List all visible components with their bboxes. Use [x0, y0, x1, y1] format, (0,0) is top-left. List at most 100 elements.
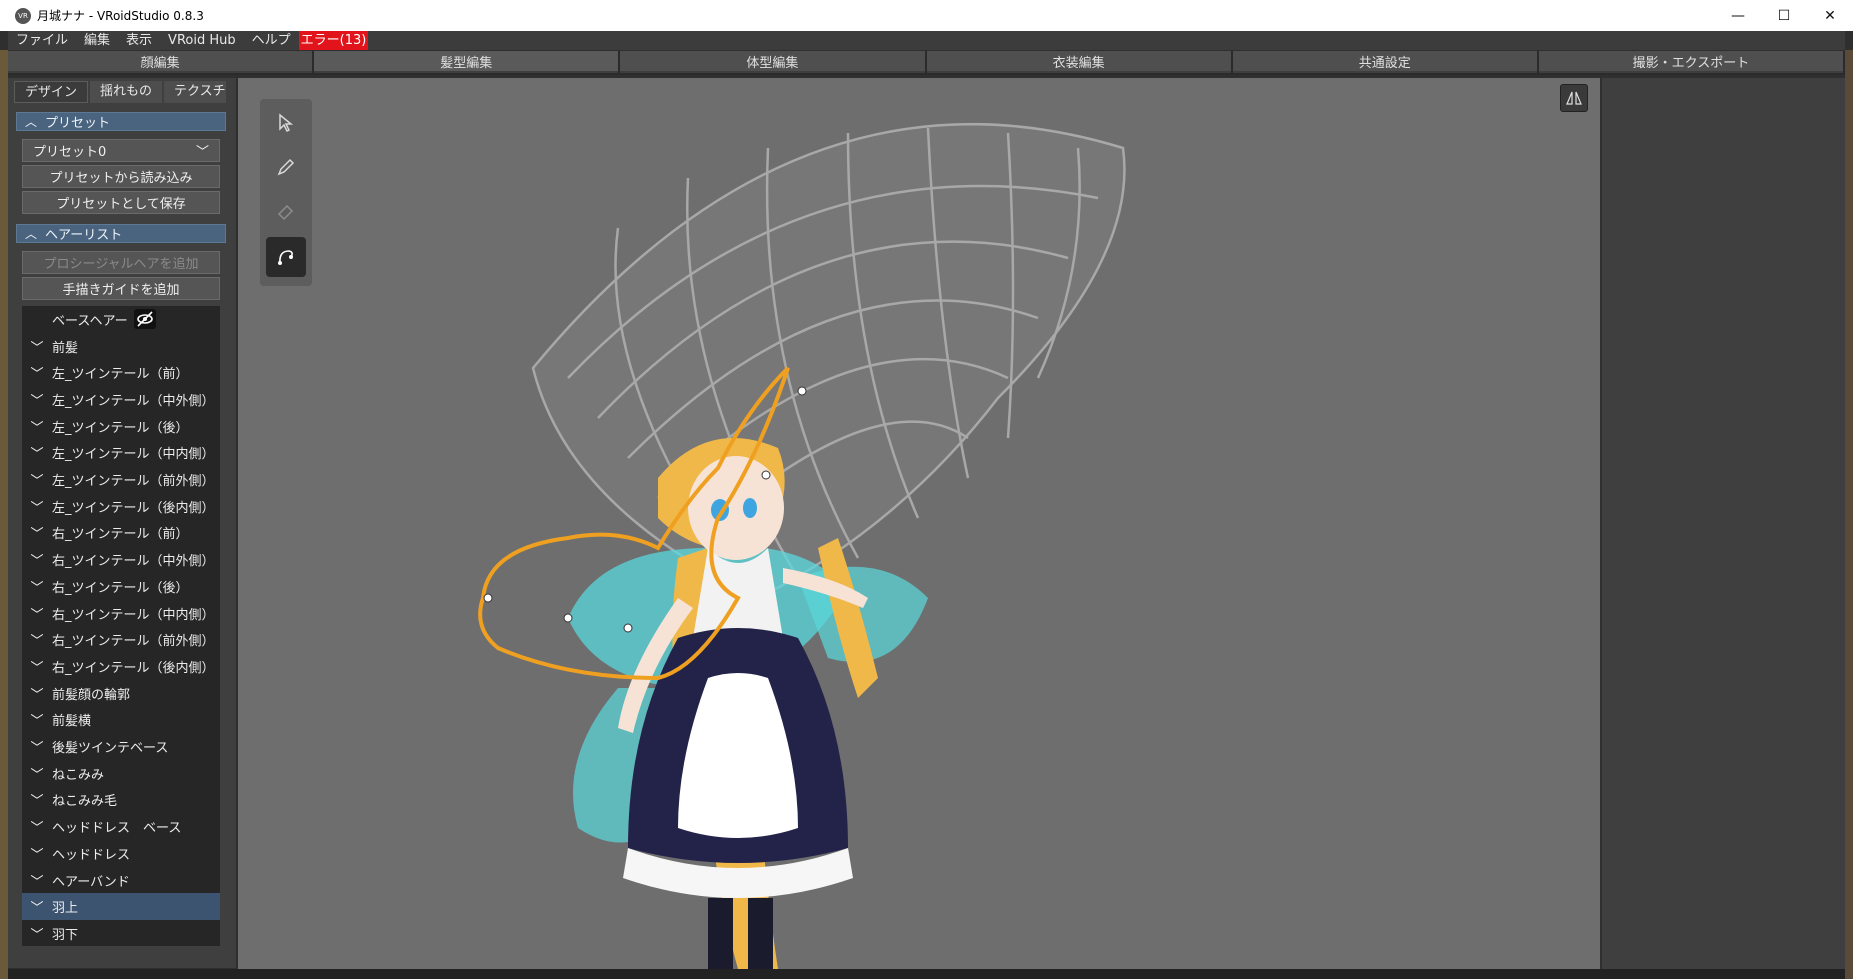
add-procedural-hair-button[interactable]: プロシージャルヘアを追加 [22, 251, 220, 274]
list-item[interactable]: ﹀ 左_ツインテール（中外側） [22, 386, 220, 413]
chevron-down-icon[interactable]: ﹀ [22, 497, 52, 516]
tab-common-settings[interactable]: 共通設定 [1232, 51, 1537, 73]
list-item[interactable]: ﹀ 左_ツインテール（後） [22, 413, 220, 440]
eraser-tool[interactable] [266, 191, 306, 231]
hairlist-section-header[interactable]: ︿ ヘアーリスト [16, 224, 226, 243]
subtab-swing[interactable]: 揺れもの [90, 81, 163, 103]
list-item-label: 左_ツインテール（後内側） [52, 500, 215, 516]
list-item[interactable]: ﹀ 左_ツインテール（中内側） [22, 440, 220, 467]
list-item[interactable]: ﹀ 羽上 [22, 893, 220, 921]
list-item[interactable]: ﹀ 右_ツインテール（前外側） [22, 626, 220, 653]
list-item-label: 左_ツインテール（前外側） [52, 474, 215, 490]
chevron-down-icon[interactable]: ﹀ [22, 790, 52, 809]
chevron-down-icon[interactable]: ﹀ [22, 390, 52, 409]
list-item[interactable]: ﹀ ねこみみ毛 [22, 787, 220, 814]
tab-photo-export[interactable]: 撮影・エクスポート [1538, 51, 1844, 73]
list-item[interactable]: ﹀ 右_ツインテール（後） [22, 573, 220, 600]
menu-view[interactable]: 表示 [118, 31, 160, 50]
tab-hair-edit[interactable]: 髪型編集 [314, 51, 619, 73]
list-item[interactable]: ﹀ 右_ツインテール（前） [22, 520, 220, 547]
chevron-down-icon[interactable]: ﹀ [22, 657, 52, 676]
list-item[interactable]: ﹀ ねこみみ [22, 760, 220, 787]
chevron-down-icon[interactable]: ﹀ [22, 817, 52, 836]
close-button[interactable]: ✕ [1807, 0, 1853, 31]
chevron-up-icon: ︿ [24, 227, 37, 241]
mirror-toggle-button[interactable] [1560, 84, 1588, 112]
subtab-texture[interactable]: テクスチャ [164, 81, 227, 103]
menu-error[interactable]: エラー(13) [298, 31, 369, 50]
list-item[interactable]: ﹀ 後髪ツインテベース [22, 733, 220, 760]
list-item[interactable]: ﹀ 羽下 [22, 920, 220, 947]
list-item-base-hair[interactable]: ベースヘアー [22, 306, 220, 333]
list-item-label: 右_ツインテール（前） [52, 527, 189, 543]
chevron-down-icon[interactable]: ﹀ [22, 577, 52, 596]
list-item[interactable]: ﹀ 前髪 [22, 333, 220, 360]
curve-tool[interactable] [266, 237, 306, 277]
list-item[interactable]: ﹀ ヘッドドレス ベース [22, 813, 220, 840]
tab-outfit-edit[interactable]: 衣装編集 [926, 51, 1231, 73]
list-item[interactable]: ﹀ 前髪横 [22, 707, 220, 734]
list-item-label: ヘアーバンド [52, 874, 130, 890]
menu-vroid-hub[interactable]: VRoid Hub [160, 31, 244, 50]
chevron-down-icon[interactable]: ﹀ [22, 470, 52, 489]
list-item-label: 右_ツインテール（後内側） [52, 660, 215, 676]
subtab-design[interactable]: デザイン [14, 81, 89, 103]
chevron-down-icon[interactable]: ﹀ [22, 871, 52, 890]
bottom-strip [8, 969, 1845, 979]
preset-select[interactable]: プリセット0 ﹀ [22, 139, 220, 162]
chevron-down-icon[interactable]: ﹀ [22, 897, 52, 916]
chevron-down-icon[interactable]: ﹀ [22, 443, 52, 462]
list-item[interactable]: ﹀ ヘッドドレス [22, 840, 220, 867]
list-item-label: 右_ツインテール（後） [52, 580, 189, 596]
menu-help[interactable]: ヘルプ [244, 31, 299, 50]
chevron-down-icon[interactable]: ﹀ [22, 363, 52, 382]
list-item-label: 前髪顔の輪郭 [52, 687, 131, 703]
save-preset-button[interactable]: プリセットとして保存 [22, 191, 220, 214]
tab-body-edit[interactable]: 体型編集 [620, 51, 925, 73]
model-preview [478, 123, 1126, 969]
maximize-button[interactable]: ☐ [1761, 0, 1807, 31]
chevron-down-icon[interactable]: ﹀ [22, 630, 52, 649]
chevron-down-icon[interactable]: ﹀ [22, 417, 52, 436]
load-preset-button[interactable]: プリセットから読み込み [22, 165, 220, 188]
list-item-label: 左_ツインテール（中外側） [52, 393, 215, 409]
list-item[interactable]: ﹀ 左_ツインテール（前外側） [22, 466, 220, 493]
eraser-icon [277, 204, 294, 221]
hairlist-section-title: ヘアーリスト [45, 228, 123, 243]
tab-face-edit[interactable]: 顔編集 [8, 51, 313, 73]
pencil-icon [277, 158, 295, 176]
hair-list: ベースヘアー ﹀ 前髪 ﹀ 左_ツインテール（前） ﹀ 左_ツインテール（中外側） ﹀ 左_ツ… [22, 306, 220, 946]
chevron-down-icon[interactable]: ﹀ [22, 710, 52, 729]
right-panel [1602, 78, 1845, 969]
list-item-label: 後髪ツインテベース [52, 741, 169, 757]
preset-section-header[interactable]: ︿ プリセット [16, 112, 226, 131]
chevron-down-icon[interactable]: ﹀ [22, 523, 52, 542]
list-item[interactable]: ﹀ 右_ツインテール（中内側） [22, 600, 220, 627]
eye-off-icon[interactable] [133, 309, 156, 330]
tool-palette [260, 99, 312, 286]
chevron-down-icon[interactable]: ﹀ [22, 844, 52, 863]
hair-guide-mesh [531, 123, 1126, 600]
list-item[interactable]: ﹀ 前髪顔の輪郭 [22, 680, 220, 707]
menu-edit[interactable]: 編集 [76, 31, 118, 50]
select-tool[interactable] [266, 103, 306, 143]
list-item[interactable]: ﹀ 左_ツインテール（前） [22, 359, 220, 386]
chevron-down-icon[interactable]: ﹀ [22, 550, 52, 569]
list-item[interactable]: ﹀ 右_ツインテール（中外側） [22, 546, 220, 573]
list-item[interactable]: ﹀ ヘアーバンド [22, 867, 220, 894]
chevron-down-icon[interactable]: ﹀ [22, 684, 52, 703]
chevron-down-icon[interactable]: ﹀ [22, 924, 52, 943]
chevron-down-icon[interactable]: ﹀ [22, 337, 52, 356]
add-guide-button[interactable]: 手描きガイドを追加 [22, 277, 220, 300]
list-item-label: ヘッドドレス [52, 847, 131, 863]
chevron-down-icon[interactable]: ﹀ [22, 737, 52, 756]
list-item[interactable]: ﹀ 右_ツインテール（後内側） [22, 653, 220, 680]
mode-tabs: 顔編集 髪型編集 体型編集 衣装編集 共通設定 撮影・エクスポート [8, 51, 1845, 75]
minimize-button[interactable]: — [1715, 0, 1761, 31]
list-item[interactable]: ﹀ 左_ツインテール（後内側） [22, 493, 220, 520]
menu-file[interactable]: ファイル [8, 31, 76, 50]
chevron-down-icon[interactable]: ﹀ [22, 764, 52, 783]
chevron-down-icon[interactable]: ﹀ [22, 604, 52, 623]
pen-tool[interactable] [266, 147, 306, 187]
3d-viewport[interactable] [238, 78, 1600, 969]
